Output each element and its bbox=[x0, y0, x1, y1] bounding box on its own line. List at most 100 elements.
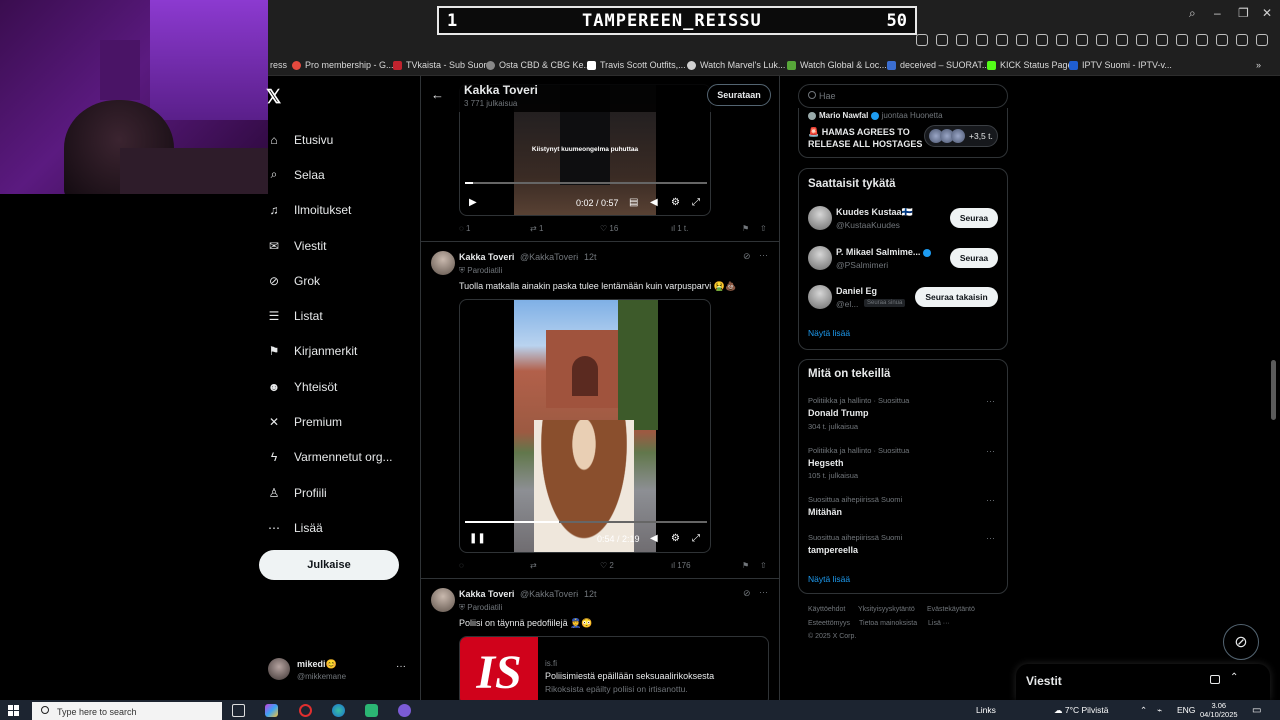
copilot-icon[interactable] bbox=[265, 704, 278, 717]
task-view-icon[interactable] bbox=[232, 704, 245, 717]
share-icon[interactable]: ⇧ bbox=[760, 224, 767, 233]
reply-button[interactable]: ◌ 1 bbox=[459, 224, 470, 233]
tweet-timestamp[interactable]: 12t bbox=[584, 252, 597, 262]
bookmark-item[interactable]: ress bbox=[270, 60, 287, 70]
volume-icon[interactable]: ◀ bbox=[650, 198, 660, 208]
app-icon[interactable] bbox=[365, 704, 378, 717]
sidebar-item-premium[interactable]: ✕ Premium bbox=[266, 404, 416, 439]
grok-icon[interactable]: ⊘ bbox=[743, 588, 751, 599]
bookmark-icon[interactable]: ⚑ bbox=[742, 561, 749, 570]
bookmark-item[interactable]: Osta CBD & CBG Ke... bbox=[486, 60, 591, 70]
settings-gear-icon[interactable]: ⚙ bbox=[671, 534, 681, 544]
more-dots-icon[interactable]: ··· bbox=[986, 446, 995, 456]
extension-icon[interactable] bbox=[1236, 34, 1248, 46]
extension-icon[interactable] bbox=[916, 34, 928, 46]
page-scrollbar[interactable] bbox=[1271, 360, 1276, 420]
messages-dock[interactable]: Viestit ⌃ bbox=[1016, 664, 1270, 700]
tweet-author-name[interactable]: Kakka Toveri bbox=[459, 589, 514, 599]
settings-gear-icon[interactable]: ⚙ bbox=[671, 198, 681, 208]
sidebar-item-explore[interactable]: ⌕ Selaa bbox=[266, 157, 416, 192]
fullscreen-icon[interactable]: ⤢ bbox=[692, 534, 702, 544]
extension-icon[interactable] bbox=[1196, 34, 1208, 46]
retweet-button[interactable]: ⇄ 1 bbox=[530, 224, 543, 233]
tray-overflow-icon[interactable]: ⌃ bbox=[1140, 705, 1147, 716]
volume-icon[interactable]: ◀ bbox=[650, 534, 660, 544]
retweet-button[interactable]: ⇄ bbox=[530, 561, 537, 570]
avatar[interactable] bbox=[808, 246, 832, 270]
video-progress-bar[interactable] bbox=[465, 182, 707, 184]
notification-icon[interactable]: ▭ bbox=[1252, 705, 1261, 716]
restore-icon[interactable]: ❐ bbox=[1238, 6, 1249, 20]
suggestion-name[interactable]: Kuudes Kustaa🇫🇮 bbox=[836, 207, 913, 218]
views-count[interactable]: ıl 176 bbox=[671, 561, 691, 570]
extension-icon[interactable] bbox=[1216, 34, 1228, 46]
suggestion-name[interactable]: Daniel Eg bbox=[836, 286, 877, 296]
more-dots-icon[interactable]: ··· bbox=[759, 250, 768, 260]
like-button[interactable]: ♡ 2 bbox=[600, 561, 614, 570]
language-indicator[interactable]: ENG bbox=[1177, 705, 1195, 715]
footer-link[interactable]: Evästekäytäntö bbox=[927, 606, 975, 613]
more-dots-icon[interactable]: ··· bbox=[396, 661, 406, 672]
sidebar-item-lists[interactable]: ☰ Listat bbox=[266, 298, 416, 333]
avatar[interactable] bbox=[431, 251, 455, 275]
avatar[interactable] bbox=[808, 285, 832, 309]
play-icon[interactable]: ▶ bbox=[469, 198, 479, 208]
taskbar-search-input[interactable]: Type here to search bbox=[32, 702, 222, 720]
extension-icon[interactable] bbox=[1016, 34, 1028, 46]
avatar[interactable] bbox=[808, 206, 832, 230]
weather-widget[interactable]: ☁ 7°C Pilvistä bbox=[1054, 705, 1108, 716]
extension-icon[interactable] bbox=[1076, 34, 1088, 46]
sidebar-item-home[interactable]: ⌂ Etusivu bbox=[266, 122, 416, 157]
new-message-icon[interactable] bbox=[1210, 675, 1220, 684]
x-logo-icon[interactable]: 𝕏 bbox=[266, 86, 281, 109]
follow-button[interactable]: Seuraa bbox=[950, 248, 998, 268]
account-switcher[interactable]: mikedi😊 @mikkemane ··· bbox=[268, 657, 408, 685]
more-dots-icon[interactable]: ··· bbox=[986, 396, 995, 406]
following-button[interactable]: Seurataan bbox=[707, 84, 771, 106]
extension-icon[interactable] bbox=[956, 34, 968, 46]
post-button[interactable]: Julkaise bbox=[259, 550, 399, 580]
footer-link[interactable]: Lisä ··· bbox=[928, 620, 950, 627]
sidebar-item-more[interactable]: ⋯ Lisää bbox=[266, 510, 416, 545]
bookmark-icon[interactable]: ⚑ bbox=[742, 224, 749, 233]
bookmark-item[interactable]: Watch Global & Loc... bbox=[787, 60, 887, 70]
bookmark-item[interactable]: TVkaista - Sub Suora bbox=[393, 60, 492, 70]
taskbar-clock[interactable]: 3.06 04/10/2025 bbox=[1200, 701, 1238, 719]
back-arrow-icon[interactable]: ← bbox=[431, 87, 444, 102]
avatar[interactable] bbox=[431, 588, 455, 612]
more-dots-icon[interactable]: ··· bbox=[759, 587, 768, 597]
browser-search-icon[interactable]: ⌕ bbox=[1189, 6, 1196, 21]
show-more-link[interactable]: Näytä lisää bbox=[808, 328, 850, 338]
sidebar-item-notifications[interactable]: ♫ Ilmoitukset bbox=[266, 193, 416, 228]
bookmark-item[interactable]: KICK Status Page bbox=[987, 60, 1073, 70]
views-count[interactable]: ıl 1 t. bbox=[671, 224, 688, 233]
more-dots-icon[interactable]: ··· bbox=[986, 495, 995, 505]
footer-link[interactable]: Esteettömyys bbox=[808, 620, 850, 627]
bookmarks-overflow-icon[interactable]: » bbox=[1256, 60, 1261, 70]
follow-back-button[interactable]: Seuraa takaisin bbox=[915, 287, 998, 307]
tweet-author-name[interactable]: Kakka Toveri bbox=[459, 252, 514, 262]
opera-icon[interactable] bbox=[299, 704, 312, 717]
video-progress-bar[interactable] bbox=[465, 521, 707, 523]
extension-icon[interactable] bbox=[1116, 34, 1128, 46]
grok-icon[interactable]: ⊘ bbox=[743, 251, 751, 262]
extension-icon[interactable] bbox=[1176, 34, 1188, 46]
taskbar-links[interactable]: Links bbox=[976, 705, 996, 715]
footer-link[interactable]: Käyttöehdot bbox=[808, 606, 845, 613]
sidebar-item-messages[interactable]: ✉ Viestit bbox=[266, 228, 416, 263]
footer-link[interactable]: Yksityisyyskytäntö bbox=[858, 606, 915, 613]
extension-icon[interactable] bbox=[1056, 34, 1068, 46]
bookmark-item[interactable]: Travis Scott Outfits,... bbox=[587, 60, 686, 70]
network-icon[interactable]: ⌁ bbox=[1157, 705, 1162, 716]
bookmark-item[interactable]: Watch Marvel's Luk... bbox=[687, 60, 785, 70]
share-icon[interactable]: ⇧ bbox=[760, 561, 767, 570]
extension-icon[interactable] bbox=[1136, 34, 1148, 46]
space-listeners[interactable]: +3,5 t. bbox=[924, 125, 998, 147]
tweet-author-handle[interactable]: @KakkaToveri bbox=[520, 589, 578, 599]
tweet-author-handle[interactable]: @KakkaToveri bbox=[520, 252, 578, 262]
bookmark-item[interactable]: IPTV Suomi - IPTV-v... bbox=[1069, 60, 1172, 70]
captions-icon[interactable]: ▤ bbox=[629, 198, 639, 208]
extension-icon[interactable] bbox=[976, 34, 988, 46]
extension-icon[interactable] bbox=[936, 34, 948, 46]
close-icon[interactable]: ✕ bbox=[1262, 6, 1272, 20]
